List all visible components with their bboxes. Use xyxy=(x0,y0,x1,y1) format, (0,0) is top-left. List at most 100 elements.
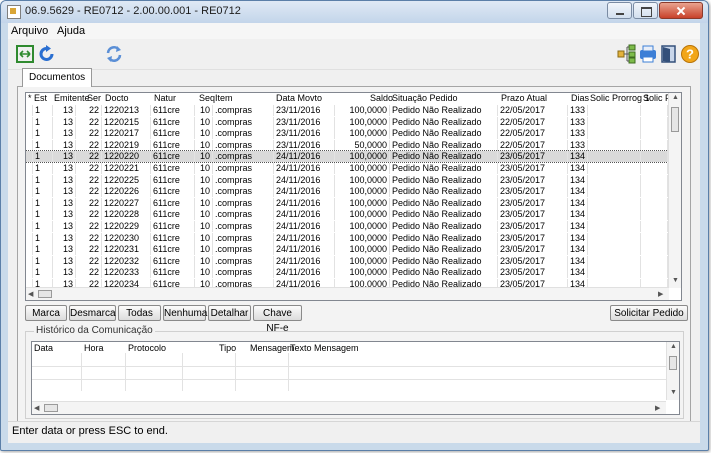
desmarca-button[interactable]: Desmarca xyxy=(69,305,116,321)
column-divider xyxy=(81,353,82,391)
column-header[interactable]: Prazo Atual xyxy=(501,93,547,103)
table-cell: Pedido Não Realizado xyxy=(390,128,498,140)
column-header[interactable]: Data Movto xyxy=(276,93,322,103)
table-cell: 134 xyxy=(568,255,588,267)
table-cell: 23/05/2017 xyxy=(498,151,568,163)
scroll-down-icon[interactable]: ▼ xyxy=(670,389,677,396)
table-row[interactable]: 1 13 22 1220227 611cre 10 .compras 24/11/2016 10… xyxy=(26,197,668,209)
column-header[interactable]: Ser xyxy=(87,93,101,103)
table-cell: 134 xyxy=(568,186,588,198)
marca-button[interactable]: Marca xyxy=(25,305,67,321)
table-row[interactable]: 1 13 22 1220225 611cre 10 .compras 24/11/2016 10… xyxy=(26,174,668,186)
column-header[interactable]: Texto Mensagem xyxy=(290,343,359,353)
column-header[interactable]: Data xyxy=(34,343,53,353)
table-cell: 1220226 xyxy=(102,186,151,198)
table-cell: 1 xyxy=(33,174,53,186)
table-row[interactable]: 1 13 22 1220228 611cre 10 .compras 24/11/2016 10… xyxy=(26,209,668,221)
scroll-right-icon[interactable]: ▶ xyxy=(655,404,660,412)
table-cell: .compras xyxy=(213,151,274,163)
column-header[interactable]: Natur xyxy=(154,93,176,103)
table-cell: 24/11/2016 xyxy=(274,267,335,279)
column-header[interactable]: Dias xyxy=(571,93,589,103)
table-cell: 13 xyxy=(53,209,76,221)
column-header[interactable]: Emitente xyxy=(54,93,90,103)
table-cell: 22 xyxy=(76,128,102,140)
table-cell xyxy=(26,105,33,116)
table-cell: 24/11/2016 xyxy=(274,163,335,174)
app-icon xyxy=(7,5,21,19)
scroll-thumb[interactable] xyxy=(669,356,677,370)
table-cell: 24/11/2016 xyxy=(274,221,335,232)
table-cell: 22/05/2017 xyxy=(498,128,568,140)
table-cell xyxy=(641,232,668,244)
column-header[interactable]: Saldo xyxy=(370,93,393,103)
table-cell xyxy=(641,197,668,209)
print-icon[interactable] xyxy=(638,44,658,64)
expand-arrows-icon[interactable] xyxy=(15,44,35,64)
title-bar[interactable]: 06.9.5629 - RE0712 - 2.00.00.001 - RE071… xyxy=(1,1,708,23)
column-header[interactable]: Tipo xyxy=(219,343,236,353)
scroll-down-icon[interactable]: ▼ xyxy=(672,277,679,284)
grid-vertical-scrollbar[interactable]: ▲ ▼ xyxy=(668,93,681,288)
table-row[interactable]: 1 13 22 1220233 611cre 10 .compras 24/11/2016 10… xyxy=(26,267,668,279)
table-row[interactable]: 1 13 22 1220230 611cre 10 .compras 24/11/2016 10… xyxy=(26,232,668,244)
grid-horizontal-scrollbar[interactable]: ◀ ▶ xyxy=(26,287,669,300)
column-header[interactable]: Item xyxy=(215,93,233,103)
column-header[interactable]: Seq xyxy=(199,93,215,103)
column-header[interactable]: Situação Pedido xyxy=(392,93,458,103)
scroll-up-icon[interactable]: ▲ xyxy=(670,343,677,350)
svg-text:?: ? xyxy=(686,47,694,62)
scroll-right-icon[interactable]: ▶ xyxy=(658,290,663,298)
table-row[interactable]: 1 13 22 1220213 611cre 10 .compras 23/11/2016 10… xyxy=(26,105,668,116)
column-header[interactable]: Docto xyxy=(105,93,129,103)
table-row[interactable]: 1 13 22 1220231 611cre 10 .compras 24/11/2016 10… xyxy=(26,244,668,256)
scroll-up-icon[interactable]: ▲ xyxy=(672,94,679,101)
table-cell: 10 xyxy=(195,232,213,244)
table-row[interactable]: 1 13 22 1220219 611cre 10 .compras 23/11/2016 50… xyxy=(26,139,668,151)
chave-nfe-button[interactable]: Chave NF-e xyxy=(253,305,302,334)
todas-button[interactable]: Todas xyxy=(118,305,161,321)
table-cell xyxy=(26,116,33,128)
scroll-left-icon[interactable]: ◀ xyxy=(28,290,33,298)
scroll-thumb[interactable] xyxy=(44,404,58,412)
close-button[interactable] xyxy=(659,2,703,19)
tab-documentos-label: Documentos xyxy=(29,72,86,83)
table-cell: 23/05/2017 xyxy=(498,267,568,279)
menu-ajuda[interactable]: Ajuda xyxy=(57,25,85,37)
menu-arquivo[interactable]: Arquivo xyxy=(11,25,48,37)
table-cell: 100,0000 xyxy=(335,116,390,128)
maximize-button[interactable] xyxy=(633,2,658,19)
table-cell: 1 xyxy=(33,255,53,267)
column-header[interactable]: Hora xyxy=(84,343,104,353)
scroll-thumb[interactable] xyxy=(671,107,679,132)
column-header[interactable]: * xyxy=(28,93,32,103)
nenhuma-button[interactable]: Nenhuma xyxy=(163,305,207,321)
table-row[interactable]: 1 13 22 1220226 611cre 10 .compras 24/11/2016 10… xyxy=(26,186,668,198)
table-row[interactable]: 1 13 22 1220217 611cre 10 .compras 23/11/2016 10… xyxy=(26,128,668,140)
history-horizontal-scrollbar[interactable]: ◀ ▶ xyxy=(32,401,666,414)
detalhar-button[interactable]: Detalhar xyxy=(208,305,251,321)
sync-icon[interactable] xyxy=(104,44,124,64)
table-row[interactable]: 1 13 22 1220215 611cre 10 .compras 23/11/2016 10… xyxy=(26,116,668,128)
table-cell: Pedido Não Realizado xyxy=(390,174,498,186)
table-row[interactable]: 1 13 22 1220232 611cre 10 .compras 24/11/2016 10… xyxy=(26,255,668,267)
table-cell: 10 xyxy=(195,116,213,128)
table-row[interactable]: 1 13 22 1220229 611cre 10 .compras 24/11/2016 10… xyxy=(26,221,668,232)
tab-documentos[interactable]: Documentos xyxy=(22,68,93,87)
column-header[interactable]: Est xyxy=(34,93,47,103)
tree-icon[interactable] xyxy=(617,44,637,64)
table-row[interactable]: 1 13 22 1220220 611cre 10 .compras 24/11/2016 10… xyxy=(26,150,669,164)
exit-door-icon[interactable] xyxy=(659,44,679,64)
table-row[interactable]: 1 13 22 1220221 611cre 10 .compras 24/11/2016 10… xyxy=(26,163,668,174)
column-header[interactable]: Protocolo xyxy=(128,343,166,353)
refresh-icon[interactable] xyxy=(37,44,57,64)
scroll-left-icon[interactable]: ◀ xyxy=(34,404,39,412)
column-divider xyxy=(288,353,289,391)
help-icon[interactable]: ? xyxy=(680,44,700,64)
history-vertical-scrollbar[interactable]: ▲ ▼ xyxy=(666,342,679,400)
minimize-button[interactable] xyxy=(607,2,632,19)
column-header[interactable]: Solic Prorrog 1 xyxy=(590,93,650,103)
scroll-thumb[interactable] xyxy=(38,290,52,298)
solicitar-pedido-button[interactable]: Solicitar Pedido xyxy=(610,305,688,321)
column-header[interactable]: Mensagem xyxy=(250,343,295,353)
